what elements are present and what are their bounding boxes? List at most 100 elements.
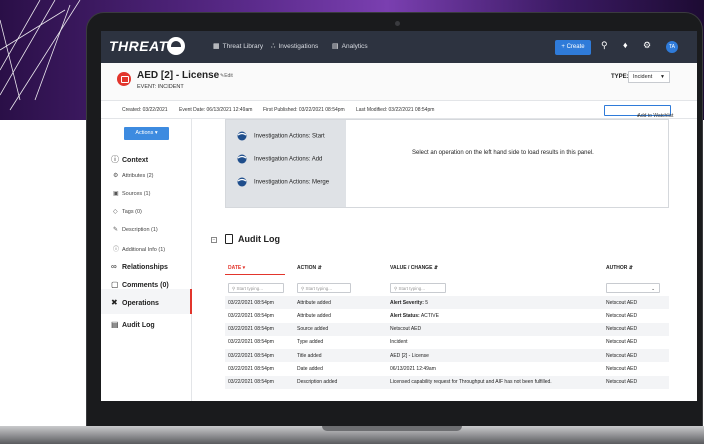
- column-header-action[interactable]: ACTION ⇵: [297, 265, 322, 271]
- operation-item-add[interactable]: Investigation Actions: Add: [236, 154, 322, 164]
- operations-panel: Investigation Actions: Start Investigati…: [225, 119, 669, 208]
- nav-investigations[interactable]: ∴ Investigations: [271, 42, 318, 50]
- object-title: AED [2] - License: [137, 70, 220, 81]
- table-row[interactable]: 03/22/2021 08:54pm Type added Incident Nets…: [225, 336, 669, 349]
- tools-icon: ✖: [111, 298, 118, 307]
- meta-row: Created: 03/22/2021 Event Date: 06/13/20…: [101, 101, 697, 119]
- first-published: First Published: 03/22/2021 08:54pm: [263, 107, 345, 113]
- document-icon: [225, 234, 233, 244]
- column-header-author[interactable]: AUTHOR ⇵: [606, 265, 633, 271]
- row-value: Netscout AED: [390, 326, 421, 332]
- row-action: Source added: [297, 326, 329, 333]
- logo-icon: [167, 37, 185, 55]
- top-nav: THREATQ ▦ Threat Library ∴ Investigations …: [101, 31, 697, 63]
- row-value-text: Netscout AED: [390, 326, 422, 333]
- sort-icon: ⇵: [433, 265, 439, 271]
- row-date: 03/22/2021 08:54pm: [228, 312, 274, 319]
- sidebar-item-sources[interactable]: ▣ Sources (1): [113, 190, 150, 197]
- box-icon: ▣: [113, 191, 119, 197]
- event-date: Event Date: 06/13/2021 12:49am: [179, 107, 253, 113]
- info-icon: ⓘ: [111, 155, 119, 164]
- row-action: Attribute added: [297, 312, 331, 319]
- actions-dropdown-button[interactable]: Actions ▾: [124, 127, 169, 140]
- row-value-text: ACTIVE: [419, 312, 439, 319]
- type-label: TYPE:: [611, 74, 629, 80]
- row-value: Licensed capability request for Throughp…: [390, 379, 552, 385]
- row-author: Netscout AED: [606, 352, 638, 359]
- caret-down-icon: ▼: [660, 74, 665, 80]
- graph-icon: ∴: [271, 43, 276, 50]
- active-sort-underline: [225, 274, 285, 275]
- operation-logo-icon: [237, 131, 247, 141]
- row-author: Netscout AED: [606, 379, 638, 386]
- event-icon: [117, 72, 131, 86]
- sort-icon: ⇵: [317, 265, 322, 271]
- nav-threat-library[interactable]: ▦ Threat Library: [213, 42, 263, 50]
- app-screen: THREATQ ▦ Threat Library ∴ Investigations …: [101, 31, 697, 401]
- collapse-toggle[interactable]: −: [211, 237, 217, 243]
- row-value: Alert Status: ACTIVE: [390, 313, 439, 319]
- search-icon[interactable]: ⚲: [601, 40, 608, 51]
- avatar[interactable]: TA: [666, 41, 678, 53]
- table-row[interactable]: 03/22/2021 08:54pm Attribute added Alert S…: [225, 296, 669, 310]
- comments-icon: ▢: [111, 280, 119, 289]
- column-header-date[interactable]: DATE ▾: [228, 265, 245, 271]
- object-subtitle: EVENT: INCIDENT: [137, 84, 184, 90]
- table-row[interactable]: 03/22/2021 08:54pm Title added AED [2] - L…: [225, 349, 669, 363]
- row-date: 03/22/2021 08:54pm: [228, 366, 274, 372]
- row-action: Type added: [297, 339, 324, 346]
- table-row[interactable]: 03/22/2021 08:54pm Date added 06/13/2021 1…: [225, 363, 669, 376]
- action-filter-input[interactable]: ⚲ Start typing...: [297, 283, 351, 293]
- chart-icon: ▤: [332, 43, 339, 50]
- row-value-text: AED [2] - License: [390, 352, 429, 359]
- sidebar-section-context[interactable]: ⓘ Context: [111, 154, 148, 165]
- column-header-value[interactable]: VALUE / CHANGE ⇵: [390, 265, 438, 271]
- tag-icon: ◇: [113, 209, 118, 215]
- row-action: Attribute added: [297, 299, 331, 306]
- bell-icon[interactable]: ♦: [623, 40, 628, 50]
- date-filter-input[interactable]: ⚲ Start typing...: [228, 283, 284, 293]
- row-value-text: 5: [423, 299, 429, 306]
- type-select[interactable]: Incident ▼: [628, 71, 670, 83]
- add-to-watchlist-button[interactable]: ▸ Add to Watchlist: [604, 105, 673, 119]
- sidebar-section-audit-log[interactable]: ▤ Audit Log: [111, 320, 155, 329]
- object-header: AED [2] - License ✎Edit EVENT: INCIDENT …: [101, 63, 697, 101]
- sidebar-item-tags[interactable]: ◇ Tags (0): [113, 208, 142, 215]
- row-value-text: Incident: [390, 339, 408, 346]
- sidebar-item-attributes[interactable]: ⚙ Attributes (2): [113, 172, 153, 179]
- create-button[interactable]: + Create: [555, 40, 591, 55]
- row-author: Netscout AED: [606, 339, 638, 346]
- row-value: 06/13/2021 12:49am: [390, 366, 436, 372]
- sidebar-item-additional-info[interactable]: ⓘ Additional Info (1): [113, 244, 165, 253]
- table-row[interactable]: 03/22/2021 08:54pm Description added Licen…: [225, 375, 669, 390]
- row-date: 03/22/2021 08:54pm: [228, 299, 274, 306]
- sidebar-item-description[interactable]: ✎ Description (1): [113, 226, 158, 233]
- table-row[interactable]: 03/22/2021 08:54pm Attribute added Alert S…: [225, 309, 669, 322]
- operation-logo-icon: [237, 177, 247, 187]
- sidebar-section-relationships[interactable]: ∞ Relationships: [111, 262, 168, 271]
- row-value-label: Alert Status:: [390, 312, 420, 319]
- table-row[interactable]: 03/22/2021 08:54pm Source added Netscout A…: [225, 322, 669, 336]
- author-filter-select[interactable]: ⌄: [606, 283, 660, 293]
- caret-down-icon: ⌄: [651, 286, 655, 291]
- row-value: AED [2] - License: [390, 353, 429, 359]
- laptop-notch: [322, 426, 462, 431]
- sidebar-section-operations[interactable]: ✖ Operations: [111, 298, 159, 307]
- edit-title-link[interactable]: ✎Edit: [220, 73, 233, 79]
- created-date: Created: 03/22/2021: [122, 107, 168, 113]
- left-sidebar: Actions ▾ ⓘ Context ⚙ Attributes (2) ▣ Sour…: [101, 119, 192, 401]
- row-date: 03/22/2021 08:54pm: [228, 339, 274, 346]
- operation-item-merge[interactable]: Investigation Actions: Merge: [236, 177, 329, 187]
- operation-item-start[interactable]: Investigation Actions: Start: [236, 131, 325, 141]
- row-author: Netscout AED: [606, 366, 638, 372]
- audit-log-title: Audit Log: [238, 234, 280, 244]
- sidebar-section-comments[interactable]: ▢ Comments (0): [111, 280, 169, 289]
- row-value-text: Licensed capability request for Throughp…: [390, 379, 552, 386]
- document-icon: ▤: [111, 320, 119, 329]
- gear-icon[interactable]: ⚙: [643, 40, 651, 51]
- nav-analytics[interactable]: ▤ Analytics: [332, 42, 368, 50]
- row-date: 03/22/2021 08:54pm: [228, 352, 274, 359]
- row-action: Title added: [297, 352, 322, 359]
- info-icon: ⓘ: [113, 247, 120, 253]
- value-filter-input[interactable]: ⚲ Start typing...: [390, 283, 446, 293]
